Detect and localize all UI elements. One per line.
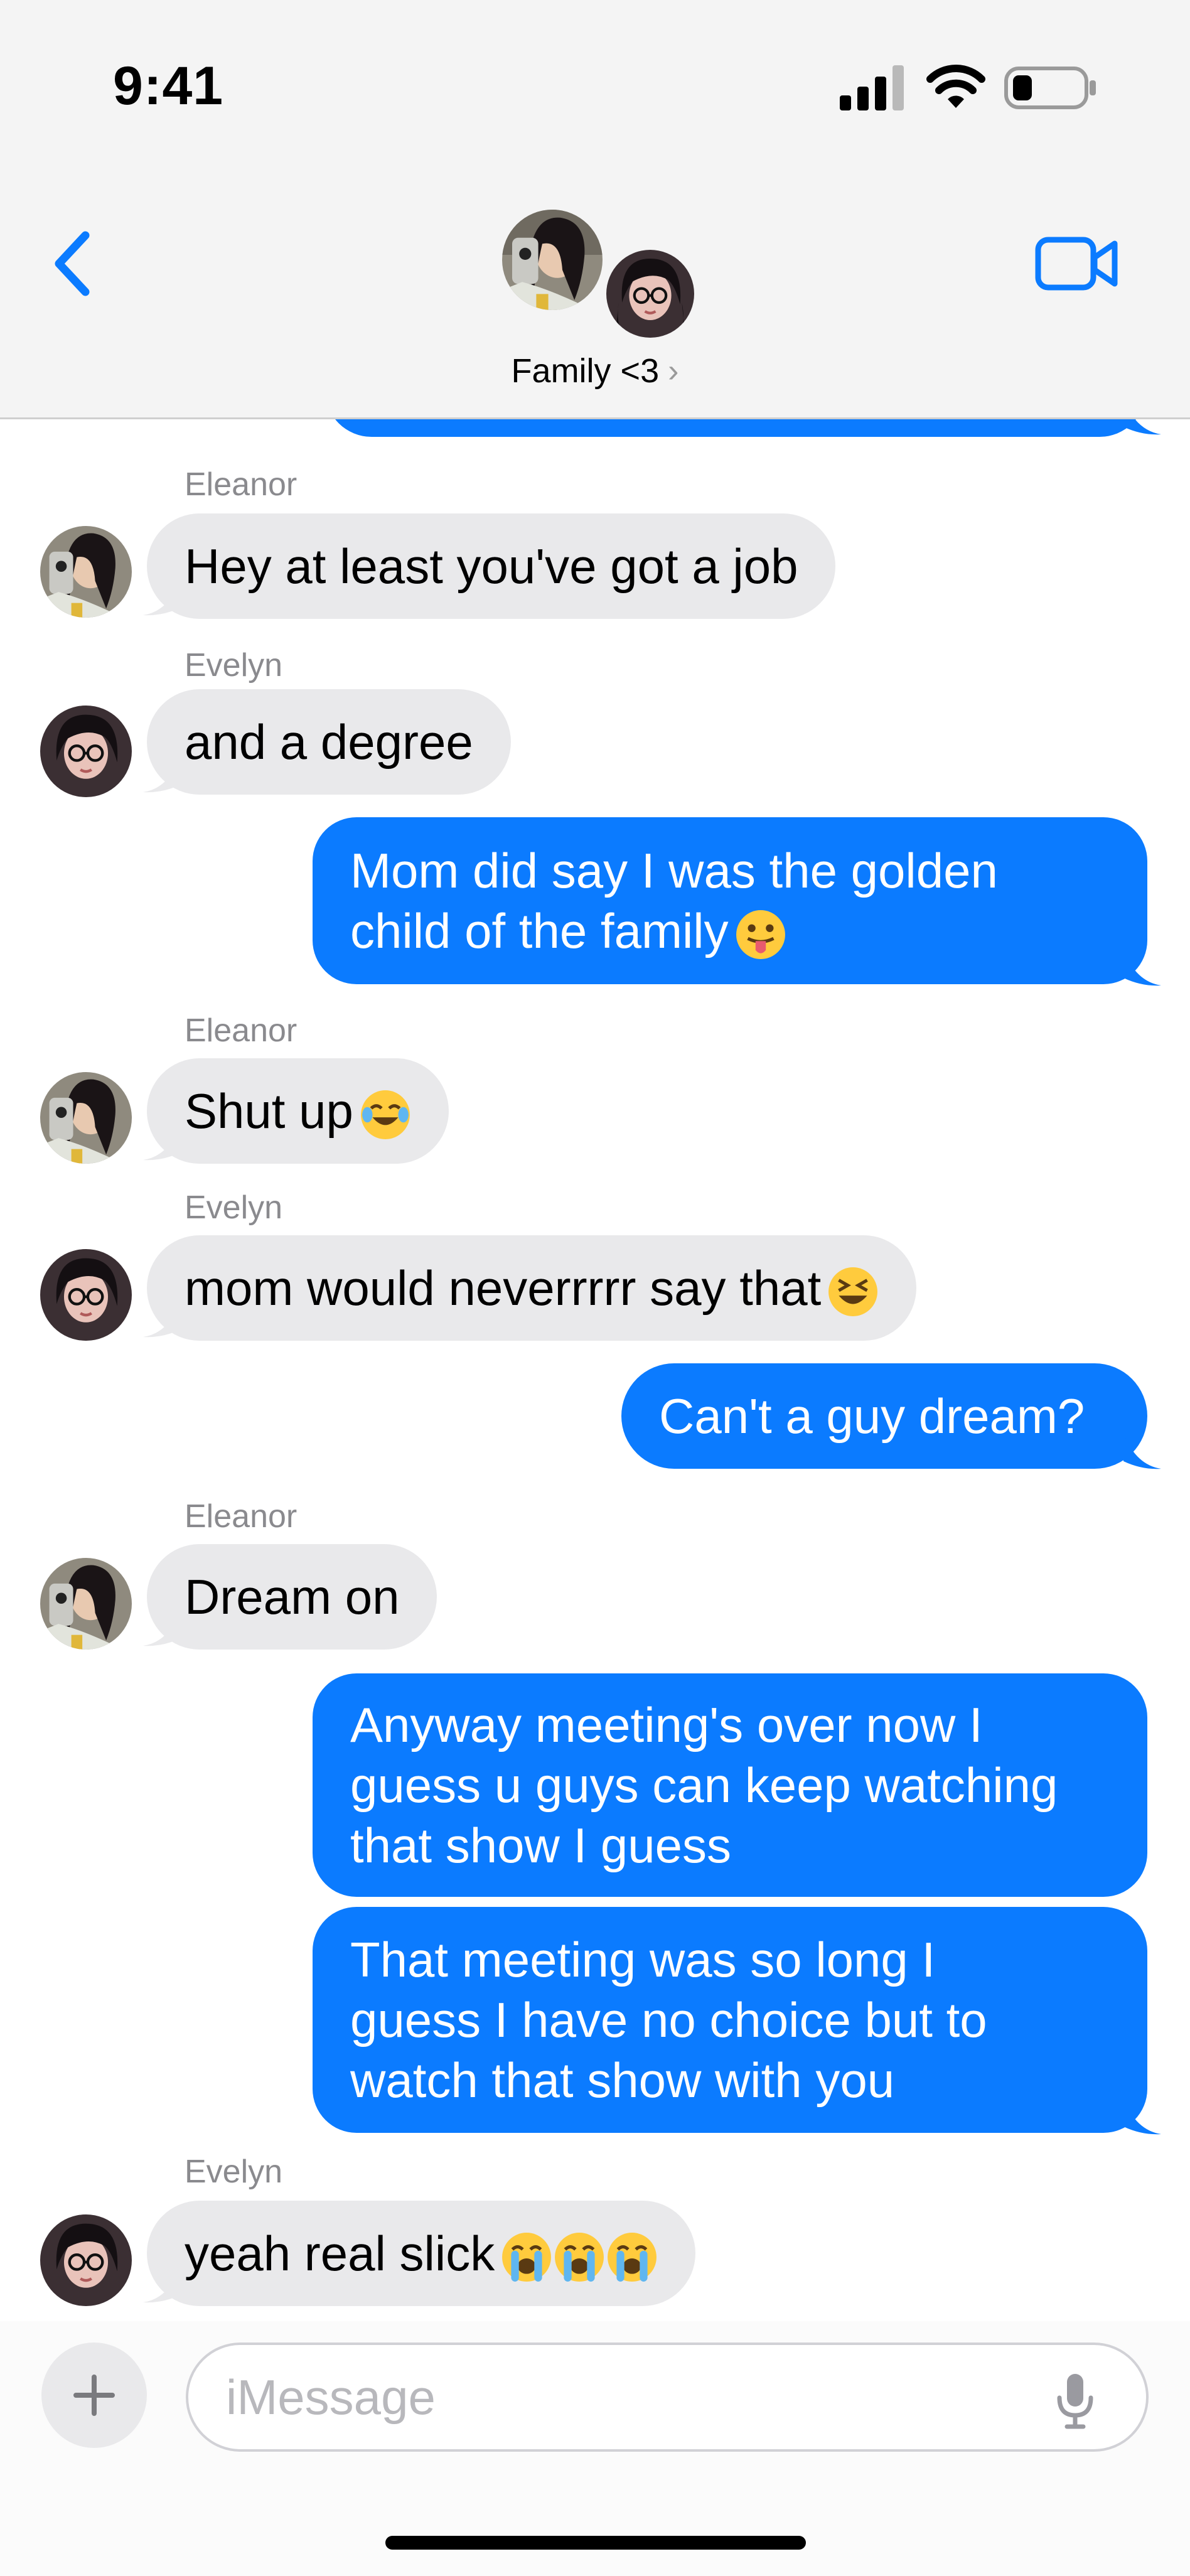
message-text: mom would neverrrrr say that [185, 1258, 879, 1318]
messages-app: 9:41 Family <3 › Eleanor Hey at least yo… [0, 0, 1190, 2576]
avatar-evelyn[interactable] [40, 706, 132, 797]
loudly-crying-face-emoji [608, 2233, 657, 2282]
apps-plus-button[interactable] [41, 2343, 147, 2448]
message-list[interactable]: Eleanor Hey at least you've got a job Ev… [0, 419, 1190, 2321]
bubble-tail [1123, 419, 1161, 435]
message-text: Dream on [185, 1569, 400, 1624]
message-bubble-previous[interactable] [325, 419, 1146, 437]
evelyn-avatar-image [606, 250, 694, 338]
wifi-icon [926, 65, 985, 108]
avatar-eleanor[interactable] [40, 1072, 132, 1164]
sender-name: Eleanor [185, 466, 298, 503]
message-composer [0, 2321, 1190, 2576]
group-name-button[interactable]: Family <3 › [0, 352, 1190, 390]
message-text: Hey at least you've got a job [185, 539, 798, 594]
message-text: That meeting was so long I guess I have … [350, 1932, 987, 2108]
avatar-evelyn[interactable] [40, 2214, 132, 2306]
avatar-eleanor[interactable] [40, 1558, 132, 1650]
avatar-evelyn[interactable] [40, 1249, 132, 1341]
message-bubble-incoming[interactable]: Dream on [147, 1544, 437, 1650]
message-bubble-incoming[interactable]: yeah real slick [147, 2201, 696, 2306]
evelyn-avatar-image [40, 706, 132, 797]
message-bubble-incoming[interactable]: Shut up [147, 1058, 449, 1164]
evelyn-avatar-image [40, 1249, 132, 1341]
message-bubble-incoming[interactable]: Hey at least you've got a job [147, 513, 836, 619]
sender-name: Eleanor [185, 1012, 298, 1049]
bubble-tail [1123, 2099, 1161, 2135]
grinning-squinting-face-emoji [828, 1267, 878, 1317]
message-bubble-incoming[interactable]: mom would neverrrrr say that [147, 1235, 917, 1341]
cellular-signal-icon [840, 65, 904, 110]
message-bubble-incoming[interactable]: and a degree [147, 689, 511, 795]
group-avatar-eleanor[interactable] [498, 206, 606, 314]
sender-name: Eleanor [185, 1498, 298, 1535]
message-bubble-outgoing[interactable]: Can't a guy dream? [621, 1363, 1147, 1469]
battery-icon [1004, 67, 1096, 109]
loudly-crying-face-emoji [555, 2233, 604, 2282]
message-text: yeah real slick [185, 2223, 658, 2284]
sender-name: Evelyn [185, 2154, 283, 2190]
eleanor-avatar-image [40, 1072, 132, 1164]
message-text: Anyway meeting's over now I guess u guys… [350, 1697, 1058, 1873]
back-button[interactable] [44, 226, 100, 301]
home-indicator [385, 2536, 806, 2550]
chevron-left-icon [55, 231, 90, 296]
group-avatar-evelyn[interactable] [603, 246, 698, 341]
sender-name: Evelyn [185, 647, 283, 684]
face-with-tongue-emoji [736, 910, 785, 960]
group-name: Family <3 [511, 352, 660, 390]
message-bubble-outgoing[interactable]: That meeting was so long I guess I have … [313, 1907, 1147, 2133]
eleanor-avatar-image [502, 210, 603, 310]
bubble-tail [1123, 1434, 1161, 1469]
avatar-eleanor[interactable] [40, 526, 132, 618]
message-text: Shut up [185, 1081, 411, 1141]
eleanor-avatar-image [40, 526, 132, 618]
chevron-right-icon: › [668, 353, 679, 389]
video-camera-icon [1035, 237, 1118, 291]
plus-icon [73, 2375, 115, 2416]
status-time: 9:41 [113, 56, 224, 116]
message-text: and a degree [185, 714, 473, 770]
face-with-tears-of-joy-emoji [360, 1090, 410, 1140]
bubble-tail [1123, 950, 1161, 986]
message-bubble-outgoing[interactable]: Mom did say I was the golden child of th… [313, 817, 1147, 984]
sender-name: Evelyn [185, 1189, 283, 1226]
conversation-header: 9:41 Family <3 › [0, 0, 1190, 419]
microphone-icon[interactable] [1054, 2371, 1096, 2429]
evelyn-avatar-image [40, 2214, 132, 2306]
eleanor-avatar-image [40, 1558, 132, 1650]
loudly-crying-face-emoji [502, 2233, 552, 2282]
message-text: Can't a guy dream? [659, 1388, 1085, 1444]
video-call-button[interactable] [1034, 232, 1122, 295]
imessage-input[interactable] [186, 2343, 1149, 2452]
message-bubble-outgoing[interactable]: Anyway meeting's over now I guess u guys… [313, 1673, 1147, 1897]
message-text: Mom did say I was the golden child of th… [350, 840, 998, 961]
